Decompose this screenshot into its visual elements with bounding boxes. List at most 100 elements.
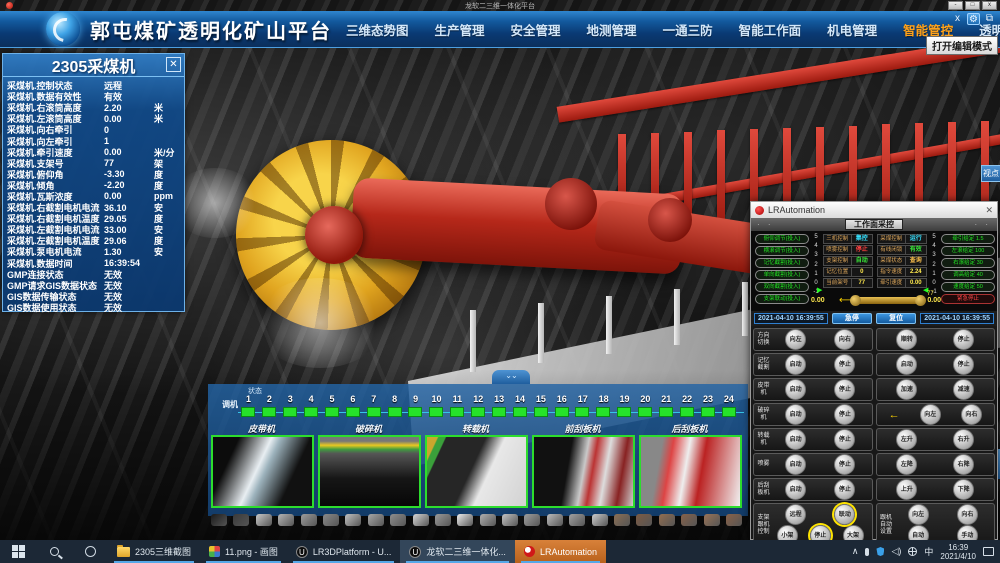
control-button-左降[interactable]: 左降 (896, 454, 917, 475)
network-icon[interactable] (908, 547, 917, 556)
security-shield-icon[interactable] (876, 547, 884, 556)
taskbar-app-LRAutomation[interactable]: LRAutomation (515, 540, 606, 563)
search-icon[interactable] (36, 540, 72, 563)
taskbar-app-龙软二三维一体化...[interactable]: U龙软二三维一体化... (400, 540, 515, 563)
filmstrip-thumb[interactable] (480, 514, 496, 526)
open-edit-mode-button[interactable]: 打开编辑模式 (926, 36, 998, 55)
setpoint-button[interactable]: 调高给定 40 (941, 270, 995, 280)
control-button-向左[interactable]: 向左 (908, 504, 929, 525)
nav-item-机电管理[interactable]: 机电管理 (827, 20, 877, 39)
control-button-顺转[interactable]: 顺转 (896, 329, 917, 350)
mode-button[interactable]: 记忆截割(投入) (755, 258, 809, 268)
control-button-停止[interactable]: 停止 (953, 329, 974, 350)
control-button-联动[interactable]: 联动 (834, 504, 855, 525)
nav-item-一通三防[interactable]: 一通三防 (663, 20, 713, 39)
mode-button[interactable]: 横滚调节(投入) (755, 246, 809, 256)
filmstrip-thumb[interactable] (704, 514, 720, 526)
control-button-启动[interactable]: 启动 (785, 454, 806, 475)
control-button-启动[interactable]: 启动 (896, 354, 917, 375)
filmstrip-thumb[interactable] (614, 514, 630, 526)
taskbar-app-LR3DPlatform - U...[interactable]: ULR3DPlatform - U... (287, 540, 401, 563)
camera-thumbnail-破碎机[interactable] (318, 435, 421, 508)
filmstrip-thumb[interactable] (592, 514, 608, 526)
tray-expand-icon[interactable]: ∧ (852, 546, 859, 557)
mode-button[interactable]: 支架联动(投入) (755, 294, 809, 304)
chevron-down-icon[interactable]: ⌄⌄ (492, 370, 530, 384)
mic-icon[interactable] (865, 548, 869, 556)
control-button-停止[interactable]: 停止 (834, 429, 855, 450)
setpoint-button[interactable]: 左滚给定 100 (941, 246, 995, 256)
filmstrip-thumb[interactable] (569, 514, 585, 526)
filmstrip-thumb[interactable] (636, 514, 652, 526)
nav-item-三维态势图[interactable]: 三维态势图 (346, 20, 409, 39)
control-button-右降[interactable]: 右降 (953, 454, 974, 475)
control-button-停止[interactable]: 停止 (953, 354, 974, 375)
filmstrip-thumb[interactable] (390, 514, 406, 526)
control-button-启动[interactable]: 启动 (785, 479, 806, 500)
nav-item-地测管理[interactable]: 地测管理 (587, 20, 637, 39)
close-icon[interactable]: ✕ (985, 205, 993, 216)
mode-button[interactable]: 单向截割(投入) (755, 270, 809, 280)
filmstrip-thumb[interactable] (502, 514, 518, 526)
control-button-右升[interactable]: 右升 (953, 429, 974, 450)
camera-thumbnail-后刮板机[interactable] (639, 435, 742, 508)
emergency-stop-button[interactable]: 紧急停止 (941, 294, 995, 304)
filmstrip-thumb[interactable] (726, 514, 742, 526)
control-button-上升[interactable]: 上升 (896, 479, 917, 500)
control-button-加速[interactable]: 加速 (896, 379, 917, 400)
filmstrip-thumb[interactable] (681, 514, 697, 526)
ime-indicator[interactable]: 中 (924, 545, 933, 558)
filmstrip-thumb[interactable] (301, 514, 317, 526)
control-button-启动[interactable]: 启动 (785, 379, 806, 400)
mode-button[interactable]: 双向截割(投入) (755, 282, 809, 292)
nav-item-安全管理[interactable]: 安全管理 (511, 20, 561, 39)
control-button-向左[interactable]: 向左 (920, 404, 941, 425)
viewpoint-tab[interactable]: 视点 (981, 165, 1000, 182)
setpoint-button[interactable]: 右滚给定 30 (941, 258, 995, 268)
control-button-下降[interactable]: 下降 (953, 479, 974, 500)
restore-icon[interactable]: ⧉ (983, 13, 996, 25)
control-button-向左[interactable]: 向左 (785, 329, 806, 350)
camera-thumbnail-皮带机[interactable] (211, 435, 314, 508)
control-button-停止[interactable]: 停止 (834, 354, 855, 375)
filmstrip-thumb[interactable] (278, 514, 294, 526)
filmstrip-thumb[interactable] (211, 514, 227, 526)
close-button[interactable]: x (982, 1, 997, 10)
control-button-启动[interactable]: 启动 (785, 429, 806, 450)
control-button-向右[interactable]: 向右 (834, 329, 855, 350)
setpoint-button[interactable]: 速度给定 50 (941, 282, 995, 292)
control-button-向右[interactable]: 向右 (961, 404, 982, 425)
camera-thumbnail-转载机[interactable] (425, 435, 528, 508)
tool-close-icon[interactable]: x (951, 13, 964, 25)
gear-icon[interactable]: ⚙ (967, 13, 980, 25)
filmstrip-thumb[interactable] (457, 514, 473, 526)
control-button-启动[interactable]: 启动 (785, 404, 806, 425)
filmstrip-thumb[interactable] (547, 514, 563, 526)
filmstrip-thumb[interactable] (435, 514, 451, 526)
filmstrip-thumb[interactable] (413, 514, 429, 526)
control-button-向右[interactable]: 向右 (957, 504, 978, 525)
taskbar-app-2305三维截图[interactable]: 2305三维截图 (108, 540, 200, 563)
control-button-减速[interactable]: 减速 (953, 379, 974, 400)
taskbar-app-11.png - 画图[interactable]: 11.png - 画图 (200, 540, 287, 563)
filmstrip-thumb[interactable] (659, 514, 675, 526)
filmstrip-thumb[interactable] (256, 514, 272, 526)
volume-icon[interactable]: ◁) (891, 546, 901, 557)
filmstrip-thumb[interactable] (323, 514, 339, 526)
mode-button[interactable]: 俯仰调节(投入) (755, 234, 809, 244)
control-button-远程[interactable]: 远程 (785, 504, 806, 525)
control-button-停止[interactable]: 停止 (834, 479, 855, 500)
nav-item-智能工作面[interactable]: 智能工作面 (739, 20, 802, 39)
setpoint-button[interactable]: 牵引给定 1.5 (941, 234, 995, 244)
control-button-左升[interactable]: 左升 (896, 429, 917, 450)
start-button[interactable] (0, 540, 36, 563)
control-button-停止[interactable]: 停止 (834, 404, 855, 425)
nav-item-生产管理[interactable]: 生产管理 (435, 20, 485, 39)
tab-workface-control[interactable]: 工作面采控 (845, 219, 903, 230)
clock[interactable]: 16:39 2021/4/10 (940, 543, 976, 561)
filmstrip-thumb[interactable] (233, 514, 249, 526)
filmstrip-thumb[interactable] (368, 514, 384, 526)
maximize-button[interactable]: □ (965, 1, 980, 10)
filmstrip-thumb[interactable] (345, 514, 361, 526)
notification-icon[interactable] (983, 547, 994, 556)
